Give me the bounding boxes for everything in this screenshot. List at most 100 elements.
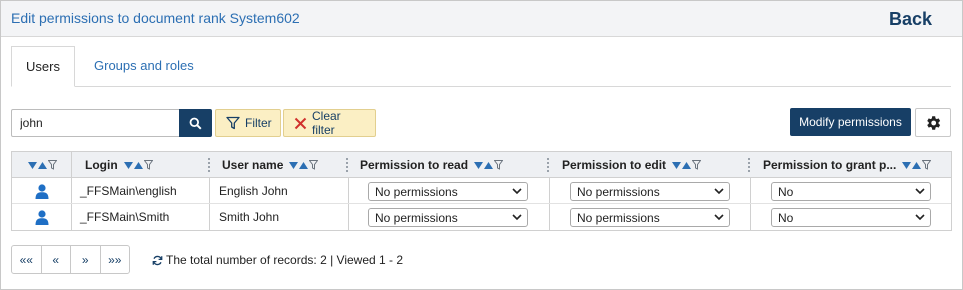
first-page-button[interactable]: ««: [12, 246, 42, 273]
select-value: No permissions: [375, 184, 458, 199]
column-resize-handle[interactable]: [748, 158, 750, 172]
column-resize-handle[interactable]: [547, 158, 549, 172]
search-input[interactable]: [11, 109, 180, 137]
column-filter-icon[interactable]: [309, 160, 319, 170]
sort-controls[interactable]: [474, 160, 504, 170]
user-icon: [12, 204, 71, 230]
read-permission-select[interactable]: No permissions: [368, 182, 528, 201]
column-label: Permission to edit: [562, 158, 667, 172]
user-icon: [12, 178, 71, 204]
table-row[interactable]: _FFSMain\Smith Smith John No permissions…: [12, 204, 951, 230]
close-icon: [294, 117, 307, 130]
edit-permission-select[interactable]: No permissions: [570, 182, 730, 201]
sort-controls[interactable]: [289, 160, 319, 170]
column-resize-handle[interactable]: [208, 158, 210, 172]
record-count-text: The total number of records: 2 | Viewed …: [166, 253, 404, 267]
chevron-down-icon: [915, 188, 925, 195]
read-permission-select[interactable]: No permissions: [368, 208, 528, 227]
page-title: Edit permissions to document rank System…: [11, 10, 300, 26]
column-label: Permission to grant p...: [763, 158, 897, 172]
gear-icon: [927, 115, 941, 130]
record-status: The total number of records: 2 | Viewed …: [152, 253, 403, 267]
column-header-user-name[interactable]: User name: [222, 152, 352, 178]
filter-icon: [226, 116, 240, 130]
username-cell: Smith John: [219, 210, 280, 224]
search-button[interactable]: [179, 109, 212, 137]
login-cell: _FFSMain\english: [80, 184, 177, 198]
column-header-login[interactable]: Login: [85, 152, 205, 178]
prev-page-button[interactable]: «: [42, 246, 71, 273]
header-bar: Edit permissions to document rank System…: [1, 1, 962, 37]
sort-down-icon[interactable]: [27, 161, 37, 169]
sort-controls[interactable]: [27, 160, 57, 170]
sort-down-icon[interactable]: [123, 161, 133, 169]
clear-filter-label: Clear filter: [312, 109, 341, 137]
refresh-icon[interactable]: [152, 255, 163, 266]
column-filter-icon[interactable]: [47, 160, 57, 170]
login-cell: _FFSMain\Smith: [80, 210, 170, 224]
column-divider: [71, 204, 72, 230]
tab-users[interactable]: Users: [11, 46, 75, 87]
column-divider: [209, 204, 210, 230]
edit-permission-select[interactable]: No permissions: [570, 208, 730, 227]
column-resize-handle[interactable]: [346, 158, 348, 172]
column-divider: [71, 178, 72, 203]
select-value: No: [778, 184, 794, 199]
chevron-down-icon: [512, 214, 522, 221]
grant-permission-select[interactable]: No: [771, 182, 931, 201]
column-header-permission-grant[interactable]: Permission to grant p...: [763, 152, 951, 178]
column-divider: [750, 204, 751, 230]
username-cell: English John: [219, 184, 288, 198]
table-row[interactable]: _FFSMain\english English John No permiss…: [12, 178, 951, 204]
column-filter-icon[interactable]: [143, 160, 153, 170]
grid-header: Login User name Permission to read Permi…: [12, 152, 951, 178]
column-header-permission-edit[interactable]: Permission to edit: [562, 152, 747, 178]
column-divider: [71, 152, 72, 177]
sort-up-icon[interactable]: [682, 161, 692, 169]
column-divider: [549, 204, 550, 230]
column-divider: [348, 204, 349, 230]
sort-up-icon[interactable]: [484, 161, 494, 169]
select-value: No: [778, 210, 794, 225]
sort-down-icon[interactable]: [289, 161, 299, 169]
column-label: Login: [85, 158, 118, 172]
clear-filter-button[interactable]: Clear filter: [283, 109, 376, 137]
column-filter-icon[interactable]: [922, 160, 932, 170]
sort-down-icon[interactable]: [902, 161, 912, 169]
filter-button[interactable]: Filter: [215, 109, 281, 137]
grant-permission-select[interactable]: No: [771, 208, 931, 227]
users-grid: Login User name Permission to read Permi…: [11, 151, 952, 231]
permissions-dialog: [0, 0, 963, 290]
column-divider: [209, 178, 210, 203]
tab-groups-and-roles[interactable]: Groups and roles: [94, 46, 194, 87]
sort-controls[interactable]: [672, 160, 702, 170]
select-value: No permissions: [577, 210, 660, 225]
sort-controls[interactable]: [902, 160, 932, 170]
settings-button[interactable]: [915, 108, 951, 137]
column-header-permission-read[interactable]: Permission to read: [360, 152, 545, 178]
last-page-button[interactable]: »»: [101, 246, 130, 273]
chevron-down-icon: [714, 214, 724, 221]
select-value: No permissions: [375, 210, 458, 225]
select-value: No permissions: [577, 184, 660, 199]
sort-down-icon[interactable]: [672, 161, 682, 169]
column-header-icon: [12, 152, 72, 178]
column-divider: [750, 178, 751, 203]
back-button[interactable]: Back: [889, 9, 932, 30]
column-filter-icon[interactable]: [692, 160, 702, 170]
next-page-button[interactable]: »: [71, 246, 101, 273]
column-divider: [549, 178, 550, 203]
sort-up-icon[interactable]: [37, 161, 47, 169]
chevron-down-icon: [714, 188, 724, 195]
sort-controls[interactable]: [123, 160, 153, 170]
modify-permissions-button[interactable]: Modify permissions: [790, 108, 911, 136]
column-divider: [348, 178, 349, 203]
sort-down-icon[interactable]: [474, 161, 484, 169]
tab-bar: Users Groups and roles: [11, 46, 951, 87]
sort-up-icon[interactable]: [133, 161, 143, 169]
column-label: Permission to read: [360, 158, 469, 172]
column-filter-icon[interactable]: [494, 160, 504, 170]
sort-up-icon[interactable]: [299, 161, 309, 169]
chevron-down-icon: [915, 214, 925, 221]
sort-up-icon[interactable]: [912, 161, 922, 169]
